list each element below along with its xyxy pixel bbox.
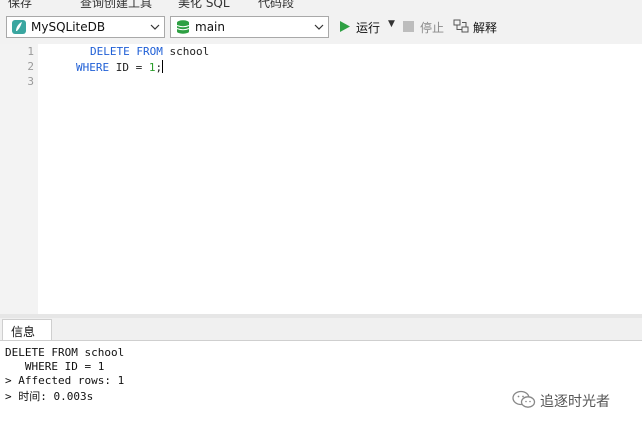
database-name: main bbox=[195, 20, 225, 34]
line-number-gutter: 1 2 3 bbox=[0, 44, 38, 314]
database-icon bbox=[175, 19, 191, 35]
chevron-down-icon bbox=[150, 21, 160, 31]
play-icon bbox=[338, 20, 351, 36]
stop-label: 停止 bbox=[420, 21, 445, 35]
chevron-down-icon bbox=[314, 21, 324, 31]
watermark-text: 追逐时光者 bbox=[540, 394, 610, 410]
line-number: 1 bbox=[27, 45, 34, 58]
run-dropdown-icon[interactable]: ▼ bbox=[388, 19, 395, 29]
sql-number: 1 bbox=[148, 61, 156, 74]
info-line: WHERE ID = 1 bbox=[5, 360, 105, 373]
explain-icon bbox=[453, 18, 469, 37]
sql-keyword: WHERE bbox=[76, 61, 110, 74]
stop-icon bbox=[403, 21, 414, 32]
tab-info-label: 信息 bbox=[11, 325, 36, 339]
database-select[interactable]: main bbox=[170, 16, 329, 38]
info-line: > 时间: 0.003s bbox=[5, 390, 94, 403]
sql-keyword: FROM bbox=[136, 45, 163, 58]
info-panel: DELETE FROM school WHERE ID = 1 > Affect… bbox=[0, 341, 642, 428]
result-tabs: 信息 bbox=[0, 318, 642, 341]
connection-bar: MySQLiteDB main 运行 ▼ 停止 解释 bbox=[0, 8, 642, 45]
info-line: DELETE FROM school bbox=[5, 346, 125, 359]
sql-keyword: DELETE bbox=[90, 45, 130, 58]
sqlite-icon bbox=[11, 19, 27, 35]
save-button[interactable]: 保存 bbox=[8, 0, 32, 8]
connection-name: MySQLiteDB bbox=[31, 20, 106, 34]
code-snippet-button[interactable]: 代码段 bbox=[258, 0, 294, 8]
code-line-1: DELETE FROM school bbox=[90, 45, 209, 58]
wechat-icon bbox=[512, 390, 536, 413]
line-number: 3 bbox=[27, 75, 34, 88]
text-caret bbox=[162, 60, 164, 73]
line-number: 2 bbox=[27, 60, 34, 73]
info-line: > Affected rows: 1 bbox=[5, 374, 125, 387]
sql-identifier: ID bbox=[115, 61, 129, 74]
code-line-2: WHERE ID = 1; bbox=[76, 60, 164, 74]
sql-terminator: ; bbox=[155, 61, 163, 74]
explain-label: 解释 bbox=[473, 21, 498, 35]
sql-operator: = bbox=[135, 61, 143, 74]
query-builder-button[interactable]: 查询创建工具 bbox=[80, 0, 152, 8]
sql-identifier: school bbox=[169, 45, 210, 58]
run-label: 运行 bbox=[356, 21, 381, 35]
sql-editor[interactable]: 1 2 3 DELETE FROM school WHERE ID = 1; bbox=[0, 44, 642, 314]
connection-select[interactable]: MySQLiteDB bbox=[6, 16, 165, 38]
beautify-sql-button[interactable]: 美化 SQL bbox=[178, 0, 230, 8]
tab-info[interactable]: 信息 bbox=[2, 319, 52, 340]
top-toolbar: 保存 查询创建工具 美化 SQL 代码段 bbox=[0, 0, 642, 8]
